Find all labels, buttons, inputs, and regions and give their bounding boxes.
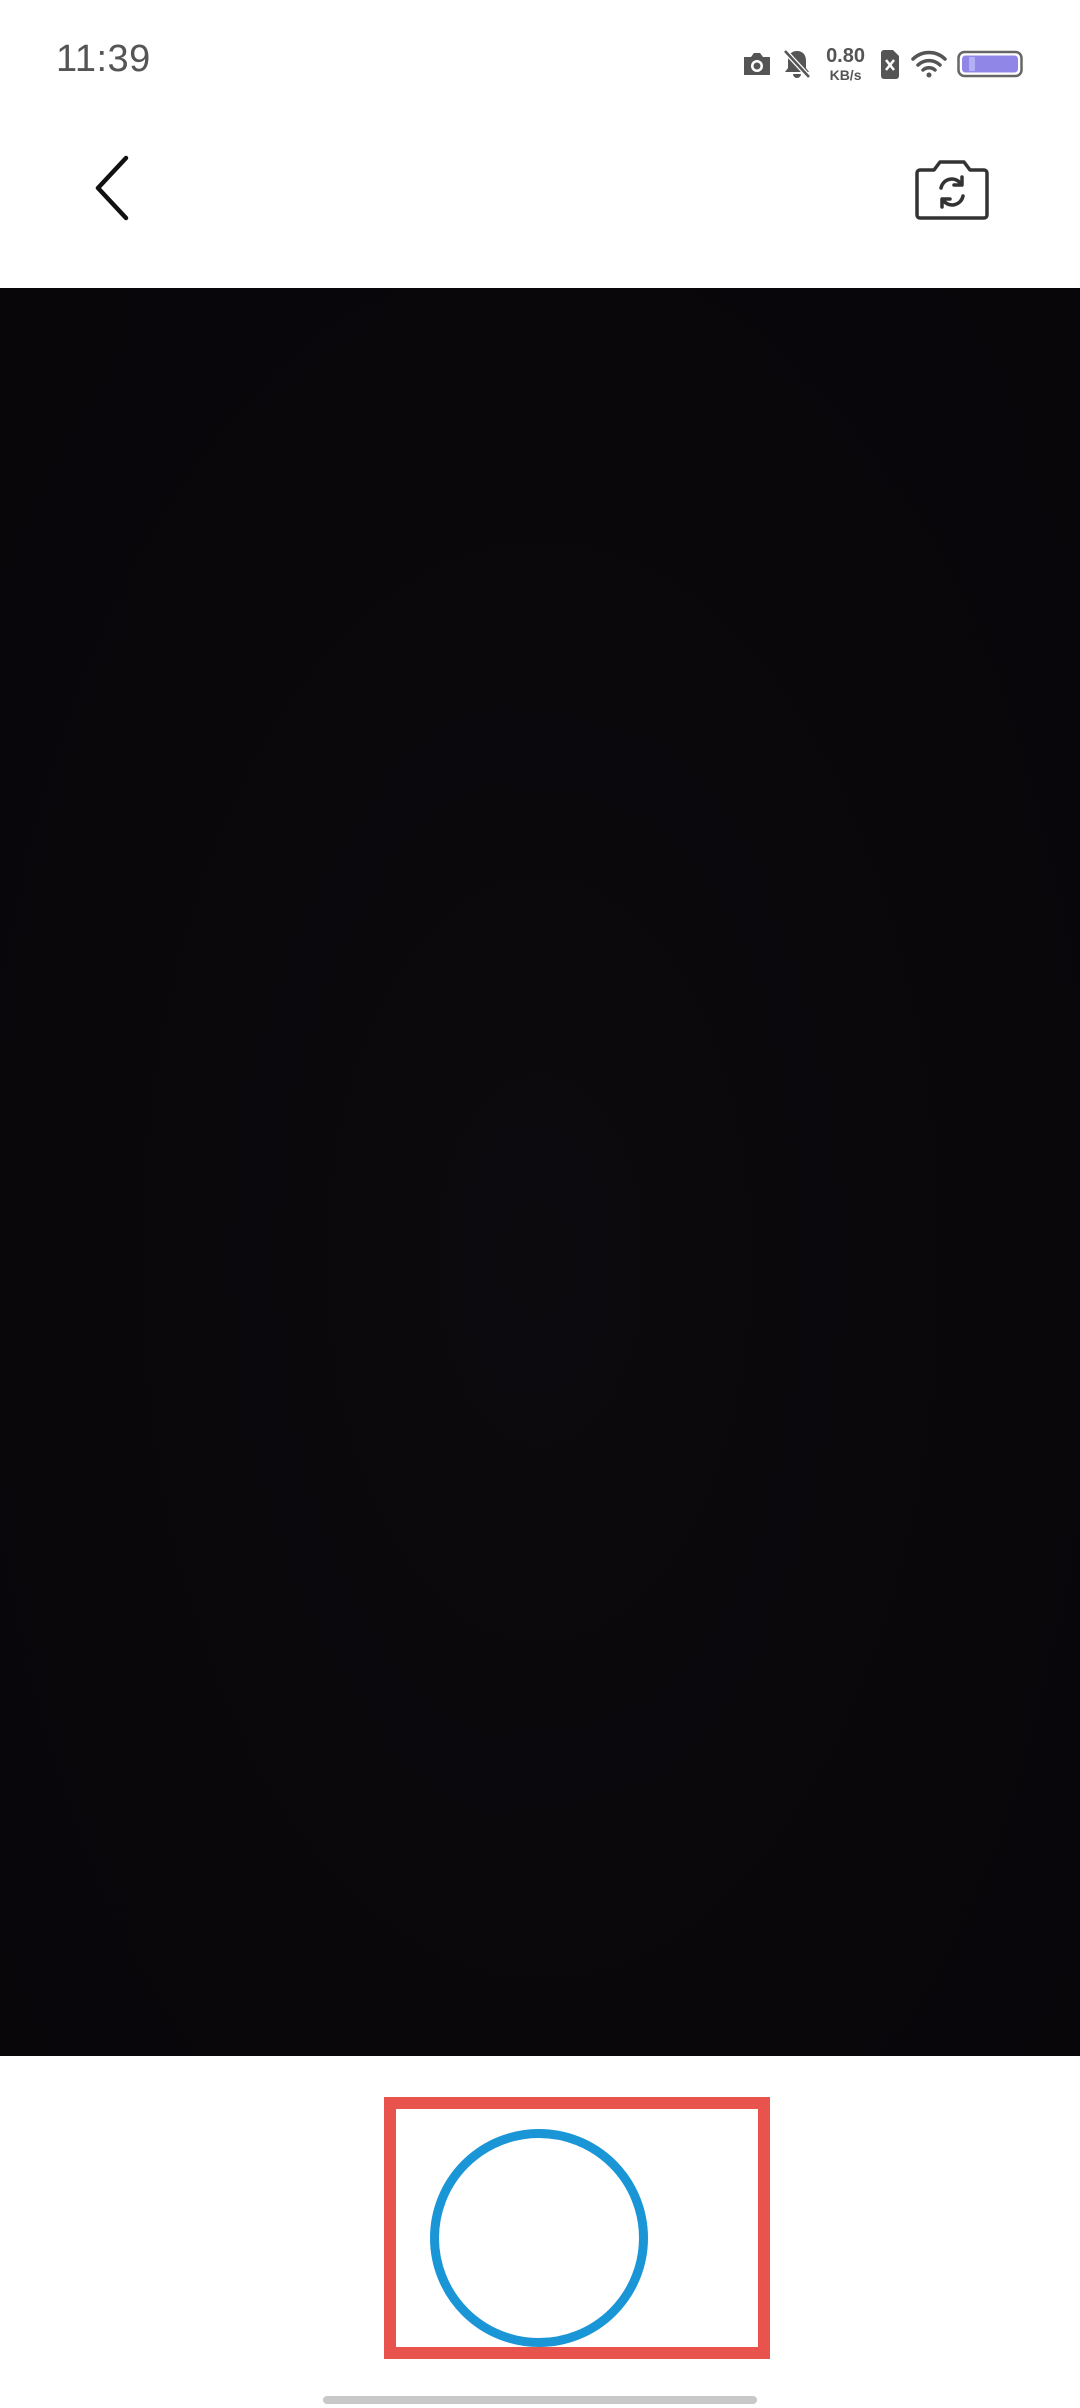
network-speed-unit: KB/s [829, 67, 862, 83]
battery-icon [957, 49, 1025, 79]
back-button[interactable] [80, 148, 150, 228]
wifi-icon [911, 50, 947, 78]
status-bar: 11:39 0.80 KB/s [0, 0, 1080, 120]
camera-header [0, 120, 1080, 288]
status-time: 11:39 [56, 38, 151, 80]
camera-icon [742, 51, 772, 77]
network-speed: 0.80 KB/s [826, 46, 865, 82]
sim-off-icon [879, 49, 901, 79]
network-speed-value: 0.80 [826, 45, 865, 67]
camera-switch-icon [915, 160, 989, 220]
mute-icon [782, 48, 812, 80]
status-icons: 0.80 KB/s [742, 40, 1025, 88]
capture-panel [0, 2056, 1080, 2408]
home-indicator[interactable] [323, 2396, 757, 2404]
chevron-left-icon [95, 155, 129, 221]
switch-camera-button[interactable] [914, 150, 990, 226]
camera-preview[interactable] [0, 288, 1080, 2056]
shutter-button[interactable] [430, 2129, 648, 2347]
